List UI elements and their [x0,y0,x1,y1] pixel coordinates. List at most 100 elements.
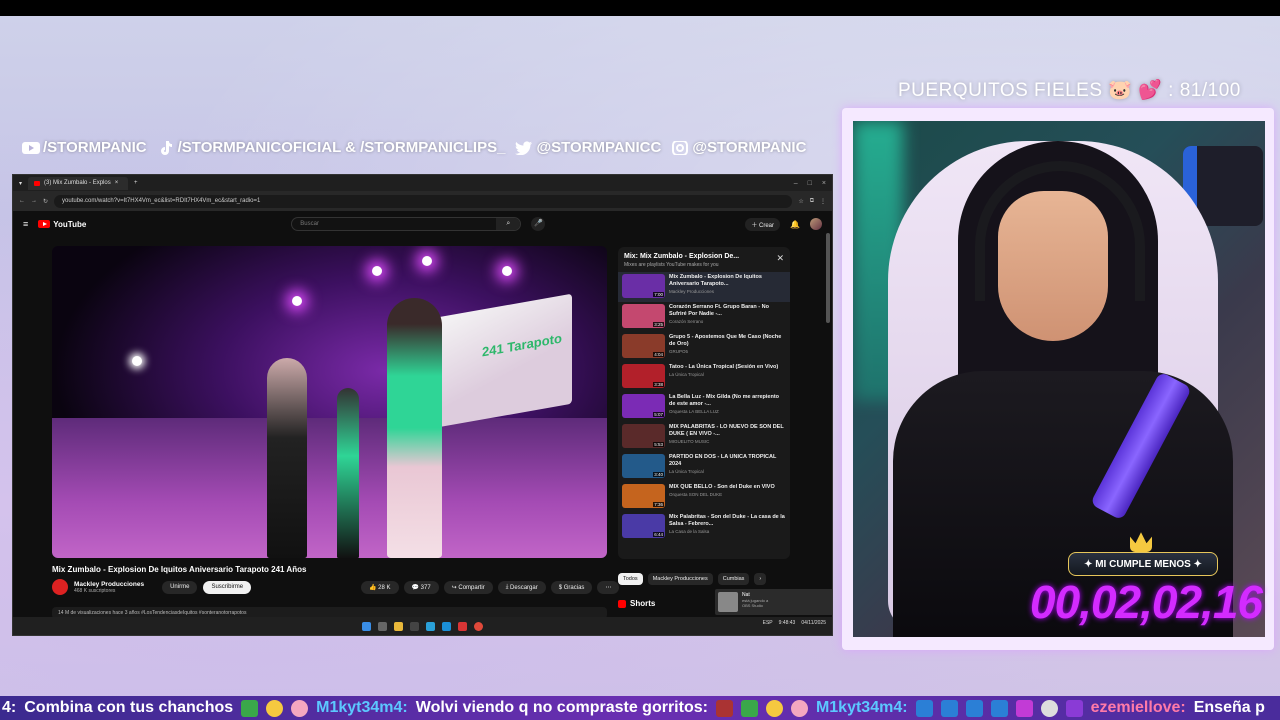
toast-notification[interactable]: Nat está jugando a OBS Studio [715,589,832,615]
youtube-logo[interactable]: YouTube [38,220,86,229]
channel-row: Mackley Producciones 468 K suscriptores … [52,579,252,595]
join-button[interactable]: Unirme [162,580,198,594]
video-title: Mix Zumbalo - Explosion De Iquitos Anive… [52,565,307,574]
download-button[interactable]: ⤓ Descargar [497,581,546,594]
ticker-message: Wolvi viendo q no compraste gorritos: [415,699,708,716]
ticker-message: Combina con tus chanchos [24,699,234,716]
chip-cumbias[interactable]: Cumbias [717,573,750,585]
obs-icon[interactable] [410,621,419,631]
close-icon[interactable]: ✕ [776,253,784,264]
ticker-user: M1kyt34m4: [815,699,908,716]
mix-item-thumbnail: 3:25 [622,304,665,328]
mix-item-title: Tatoo - La Única Tropical (Sesión en Viv… [669,364,779,370]
mix-item-thumbnail: 7:00 [622,274,665,298]
mix-item[interactable]: 5:07 La Bella Luz - Mix Gilda (No me arre… [618,392,790,422]
share-label: Compartir [458,584,485,591]
birthday-countdown-timer: 00,02,02,16 [1030,576,1263,628]
social-instagram-label: @STORMPANIC [692,139,807,156]
banner-text: 241 Tarapoto [482,330,562,360]
app-icon[interactable] [458,621,467,631]
mix-item[interactable]: 3:40 PARTIDO EN DOS - LA UNICA TROPICAL 2… [618,452,790,482]
folder-icon[interactable] [394,621,403,631]
social-tiktok: /STORMPANICOFICIAL & /STORMPANICLIPS_ [157,139,506,156]
chip-todos[interactable]: Todos [618,573,643,585]
more-actions-icon[interactable]: ⋯ [597,581,620,594]
mix-item-title: Mix Palabritas - Son del Duke - La casa … [669,514,785,528]
chrome-icon[interactable] [474,621,483,631]
close-tab-icon[interactable]: × [115,180,119,186]
mix-item[interactable]: 6:44 Mix Palabritas - Son del Duke - La c… [618,512,790,542]
menu-dots-icon[interactable]: ⋮ [820,198,826,205]
forward-icon[interactable]: → [31,198,37,204]
mix-item[interactable]: 3:25 Corazón Serrano Ft. Grupo Baran - No… [618,302,790,332]
emote-icon [965,699,983,717]
reload-icon[interactable]: ↻ [43,198,48,205]
share-button[interactable]: ↪ Compartir [443,581,493,594]
ticker-message: Enseña p [1193,699,1265,716]
mix-item[interactable]: 7:00 Mix Zumbalo - Explosion De Iquitos A… [618,272,790,302]
emote-icon [1065,699,1083,717]
channel-name[interactable]: Mackley Producciones [74,581,144,588]
subscribe-button[interactable]: Suscribirme [203,580,252,594]
toast-line2: OBS Studio [742,603,763,608]
close-window-icon[interactable]: × [822,180,826,187]
search-taskbar-icon[interactable] [378,621,387,631]
bookmark-star-icon[interactable]: ☆ [798,198,803,205]
extensions-icon[interactable]: ⧉ [810,198,814,205]
toast-avatar [718,592,738,612]
maximize-icon[interactable]: □ [808,180,812,187]
chevron-right-icon[interactable]: › [754,573,767,585]
telegram-icon[interactable] [426,621,435,631]
mix-item-channel: Orquesta SON DEL DUKE [669,492,723,498]
mix-item[interactable]: 7:36 MIX QUE BELLO - Son del Duke en VIVO… [618,482,790,512]
shorts-label: Shorts [630,599,656,608]
create-button[interactable]: ＋ Crear [745,217,781,231]
mix-item-duration: 7:36 [653,502,664,507]
social-tiktok-label: /STORMPANICOFICIAL & /STORMPANICLIPS_ [177,139,506,156]
mix-item[interactable]: 4:04 Grupo 5 - Apostemos Que Me Caso (Noc… [618,332,790,362]
mix-playlist-panel: Mix: Mix Zumbalo - Explosion De... Mixes… [618,247,790,559]
tray-lang[interactable]: ESP [763,620,773,626]
youtube-header: ≡ YouTube Buscar ⌕ 🎤 ＋ Crear 🔔 [13,211,832,237]
follower-goal-counter: PUERQUITOS FIELES 🐷 💕 : 81/100 [898,80,1241,101]
comments-button[interactable]: 💬 377 [403,581,439,594]
browser-tab[interactable]: (3) Mix Zumbalo - Explos × [28,176,129,190]
thanks-button[interactable]: $ Gracias [550,581,593,594]
channel-avatar[interactable] [52,579,68,595]
new-tab-button[interactable]: + [134,180,138,186]
dancer [337,388,359,558]
start-icon[interactable] [362,621,371,631]
mix-item[interactable]: 3:38 Tatoo - La Única Tropical (Sesión en… [618,362,790,392]
video-player[interactable]: 241 Tarapoto [52,246,607,558]
mix-header: Mix: Mix Zumbalo - Explosion De... Mixes… [618,247,790,272]
shorts-section: Shorts [618,599,655,608]
chip-channel[interactable]: Mackley Producciones [647,573,713,585]
url-field[interactable]: youtube.com/watch?v=It7HX4Vm_ec&list=RDI… [54,194,793,208]
tray-time[interactable]: 9:48:43 [779,620,796,626]
minimize-icon[interactable]: – [794,180,798,187]
search-input[interactable]: Buscar ⌕ [291,217,522,231]
search-icon[interactable]: ⌕ [496,218,521,230]
thanks-label: Gracias [563,584,585,591]
chevron-down-icon[interactable]: ▾ [19,180,22,187]
related-chips: Todos Mackley Producciones Cumbias › [618,573,767,585]
mic-icon[interactable]: 🎤 [531,217,546,231]
system-tray: ESP 9:48:43 04/11/2025 [763,620,826,626]
like-button[interactable]: 👍 28 K [361,581,399,594]
stage-light [292,296,302,306]
stage-light [132,356,142,366]
mix-item-title: La Bella Luz - Mix Gilda (No me arrepien… [669,394,780,408]
mix-item[interactable]: 5:53 MIX PALABRITAS - LO NUEVO DE SON DEL… [618,422,790,452]
stage-light [422,256,432,266]
emote-icon [266,699,284,717]
search-placeholder: Buscar [300,221,319,227]
hamburger-menu-icon[interactable]: ≡ [23,219,28,229]
account-avatar[interactable] [810,218,822,230]
edge-icon[interactable] [442,621,451,631]
bell-icon[interactable]: 🔔 [790,220,800,229]
download-label: Descargar [510,584,538,591]
create-label: Crear [759,222,775,229]
page-scrollbar[interactable] [826,233,830,323]
back-icon[interactable]: ← [19,198,25,204]
tray-date[interactable]: 04/11/2025 [801,620,826,626]
